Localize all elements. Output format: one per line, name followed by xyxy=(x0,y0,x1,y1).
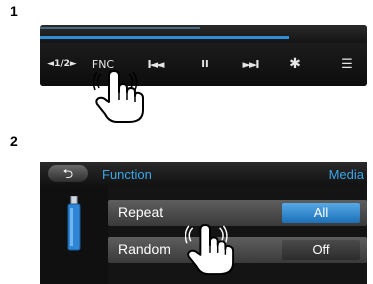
page-indicator[interactable]: ◄1/2► xyxy=(44,43,80,86)
next-track-button[interactable]: ►►I xyxy=(230,43,270,86)
pointing-hand-icon xyxy=(93,70,144,123)
pause-button[interactable]: II xyxy=(196,43,214,86)
back-button[interactable]: ⮌ xyxy=(48,165,88,182)
step-number-2: 2 xyxy=(10,133,18,149)
menu-icon[interactable]: ☰ xyxy=(337,43,357,86)
step-number-1: 1 xyxy=(10,3,18,19)
source-label: Media xyxy=(328,167,364,182)
random-label: Random xyxy=(118,241,171,257)
player-control-screen: ◄1/2► FNC I◄◄ II ►►I ✱ ☰ xyxy=(40,25,367,86)
gear-icon[interactable]: ✱ xyxy=(285,43,305,86)
usb-drive-icon xyxy=(67,196,81,251)
repeat-row[interactable]: Repeat All xyxy=(108,200,367,226)
screen-title: Function xyxy=(102,167,152,182)
random-row[interactable]: Random Off xyxy=(108,237,367,263)
progress-track-upper xyxy=(40,27,200,29)
title-bar xyxy=(40,162,367,185)
pointing-hand-icon-2 xyxy=(185,224,235,275)
random-value-button[interactable]: Off xyxy=(282,240,360,260)
repeat-label: Repeat xyxy=(118,204,164,220)
progress-bar[interactable] xyxy=(40,36,289,39)
repeat-value-button[interactable]: All xyxy=(282,203,360,223)
